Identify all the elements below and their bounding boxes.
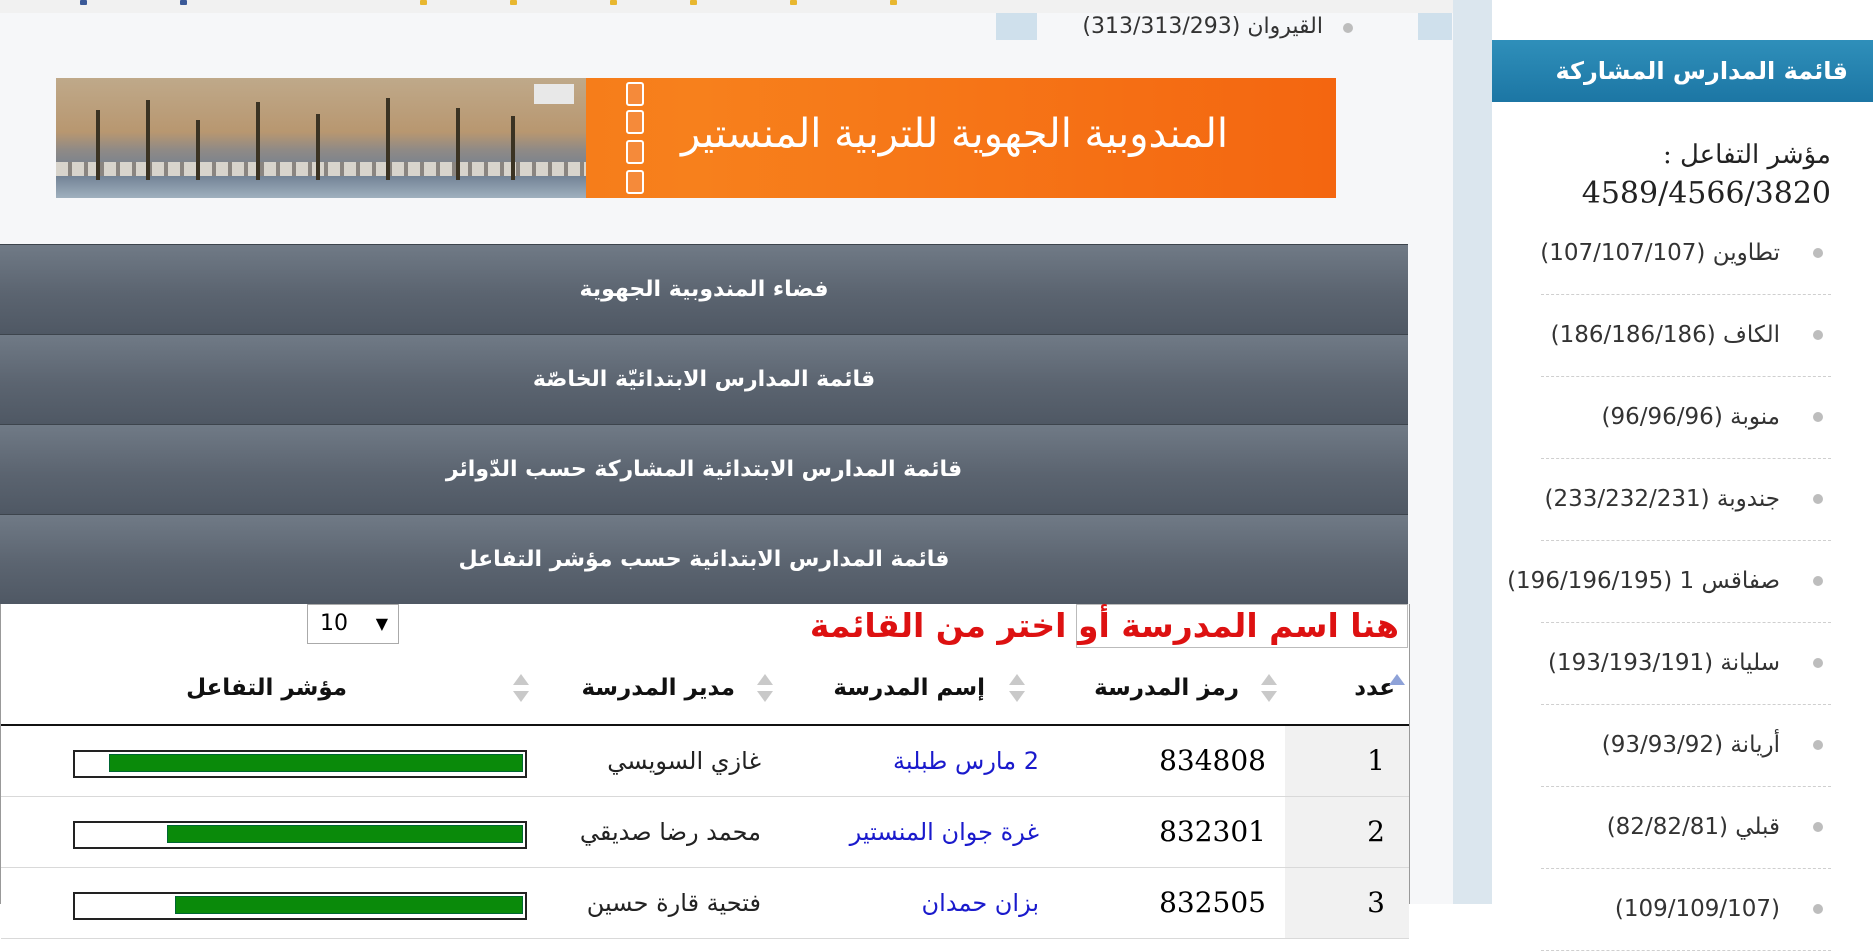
bullet-icon bbox=[1813, 658, 1823, 668]
sort-icon[interactable] bbox=[1389, 674, 1405, 704]
governorate-label: (109/109/107) bbox=[1614, 896, 1780, 922]
row-number-cell: 2 bbox=[1285, 797, 1409, 867]
sort-icon[interactable] bbox=[513, 674, 529, 704]
school-code: 832505 bbox=[1159, 886, 1266, 919]
banner-title: المندوبية الجهوية للتربية المنستير bbox=[680, 111, 1228, 157]
sort-icon[interactable] bbox=[1261, 674, 1277, 704]
header-banner: المندوبية الجهوية للتربية المنستير bbox=[56, 78, 1336, 198]
banner-decoration bbox=[578, 78, 648, 198]
governorate-label: صفاقس 1 (196/196/195) bbox=[1507, 568, 1780, 594]
page-size-select[interactable]: 10 ▼ bbox=[307, 604, 399, 644]
page-size-value: 10 bbox=[320, 611, 348, 636]
governorate-label: جندوبة (233/232/231) bbox=[1544, 486, 1780, 512]
highlight-left bbox=[996, 13, 1037, 40]
interaction-index-bar bbox=[73, 892, 527, 920]
sidebar-item-governorate[interactable]: الكاف (186/186/186) bbox=[1541, 294, 1831, 377]
sort-icon[interactable] bbox=[1009, 674, 1025, 704]
menu-item-private-schools[interactable]: قائمة المدارس الابتدائيّة الخاصّة bbox=[0, 334, 1408, 424]
interaction-index-bar bbox=[73, 821, 527, 849]
sidebar-item-governorate[interactable]: سليانة (193/193/191) bbox=[1541, 622, 1831, 705]
bookmarks-bar-remnant bbox=[0, 0, 1453, 14]
row-number: 1 bbox=[1367, 744, 1385, 777]
row-number-cell: 3 bbox=[1285, 868, 1409, 938]
governorate-label: القيروان (313/313/293) bbox=[1082, 14, 1323, 39]
menu-item-schools-by-district[interactable]: قائمة المدارس الابتدائية المشاركة حسب ال… bbox=[0, 424, 1408, 514]
governorate-label: قبلي (82/82/81) bbox=[1606, 814, 1780, 840]
sidebar-item-governorate[interactable]: منوبة (96/96/96) bbox=[1541, 376, 1831, 459]
dropdown-arrow-icon: ▼ bbox=[375, 614, 388, 633]
school-code: 832301 bbox=[1159, 815, 1266, 848]
bullet-icon bbox=[1813, 412, 1823, 422]
bookmark-icon[interactable] bbox=[180, 0, 187, 5]
sidebar-item-governorate[interactable]: أريانة (93/93/92) bbox=[1541, 704, 1831, 787]
sidebar: قائمة المدارس المشاركة مؤشر التفاعل : 45… bbox=[1492, 0, 1873, 951]
school-link[interactable]: غرة جوان المنستير bbox=[850, 797, 1039, 867]
governorate-label: الكاف (186/186/186) bbox=[1550, 322, 1780, 348]
interaction-index-fill bbox=[167, 825, 523, 843]
row-number: 2 bbox=[1367, 815, 1385, 848]
interaction-index-bar bbox=[73, 750, 527, 778]
governorate-label: أريانة (93/93/92) bbox=[1601, 732, 1780, 758]
column-divider bbox=[1453, 0, 1492, 904]
school-link[interactable]: 2 مارس طبلبة bbox=[893, 726, 1039, 796]
bookmark-icon[interactable] bbox=[790, 0, 797, 5]
bookmark-icon[interactable] bbox=[80, 0, 87, 5]
main-menu: فضاء المندوبية الجهوية قائمة المدارس الا… bbox=[0, 244, 1408, 604]
bullet-icon bbox=[1343, 23, 1353, 33]
row-number: 3 bbox=[1367, 886, 1385, 919]
menu-item-schools-by-index[interactable]: قائمة المدارس الابتدائية حسب مؤشر التفاع… bbox=[0, 514, 1408, 604]
director-name: فتحية قارة حسين bbox=[586, 889, 761, 917]
bullet-icon bbox=[1813, 904, 1823, 914]
sidebar-item-governorate[interactable]: صفاقس 1 (196/196/195) bbox=[1507, 540, 1831, 623]
bookmark-icon[interactable] bbox=[610, 0, 617, 5]
search-label: هنا اسم المدرسة أو اختر من القائمة bbox=[809, 606, 1399, 645]
schools-table-area: هنا اسم المدرسة أو اختر من القائمة 10 ▼ … bbox=[0, 604, 1410, 939]
metric-value: 4589/4566/3820 bbox=[1581, 176, 1831, 211]
governorate-label: سليانة (193/193/191) bbox=[1547, 650, 1780, 676]
bookmark-icon[interactable] bbox=[890, 0, 897, 5]
table-header: عدد رمز المدرسة إسم المدرسة مدير المدرسة… bbox=[1, 652, 1409, 726]
banner-photo bbox=[56, 78, 586, 198]
governorate-item-top[interactable]: القيروان (313/313/293) bbox=[996, 13, 1452, 40]
sort-icon[interactable] bbox=[757, 674, 773, 704]
column-header-school[interactable]: إسم المدرسة bbox=[833, 652, 985, 724]
table-row: 2 832301 غرة جوان المنستير محمد رضا صديق… bbox=[1, 797, 1409, 868]
interaction-index-fill bbox=[109, 754, 523, 772]
highlight-right bbox=[1418, 13, 1452, 40]
column-header-index[interactable]: مؤشر التفاعل bbox=[186, 652, 347, 724]
governorate-label: تطاوين (107/107/107) bbox=[1540, 240, 1780, 266]
sidebar-item-governorate[interactable]: تطاوين (107/107/107) bbox=[1540, 212, 1831, 295]
bookmark-icon[interactable] bbox=[510, 0, 517, 5]
sidebar-item-governorate[interactable]: قبلي (82/82/81) bbox=[1541, 786, 1831, 869]
school-code: 834808 bbox=[1159, 744, 1266, 777]
sidebar-item-governorate[interactable]: جندوبة (233/232/231) bbox=[1541, 458, 1831, 541]
director-name: محمد رضا صديقي bbox=[579, 818, 761, 846]
bookmark-icon[interactable] bbox=[420, 0, 427, 5]
bullet-icon bbox=[1813, 248, 1823, 258]
bullet-icon bbox=[1813, 330, 1823, 340]
bullet-icon bbox=[1813, 822, 1823, 832]
sidebar-title: قائمة المدارس المشاركة bbox=[1555, 57, 1848, 85]
metric-label: مؤشر التفاعل : bbox=[1662, 140, 1831, 170]
interaction-index-fill bbox=[175, 896, 523, 914]
director-name: غازي السويسي bbox=[607, 747, 761, 775]
row-number-cell: 1 bbox=[1285, 726, 1409, 796]
column-header-code[interactable]: رمز المدرسة bbox=[1094, 652, 1239, 724]
bullet-icon bbox=[1813, 576, 1823, 586]
flag-logo bbox=[534, 84, 574, 104]
governorate-label: منوبة (96/96/96) bbox=[1601, 404, 1780, 430]
sidebar-item-governorate[interactable]: (109/109/107) bbox=[1541, 868, 1831, 951]
menu-item-regional-space[interactable]: فضاء المندوبية الجهوية bbox=[0, 244, 1408, 334]
bookmark-icon[interactable] bbox=[690, 0, 697, 5]
table-row: 1 834808 2 مارس طبلبة غازي السويسي bbox=[1, 726, 1409, 797]
column-header-director[interactable]: مدير المدرسة bbox=[581, 652, 735, 724]
school-link[interactable]: بزان حمدان bbox=[922, 868, 1039, 938]
sidebar-header: قائمة المدارس المشاركة bbox=[1492, 40, 1873, 102]
bullet-icon bbox=[1813, 740, 1823, 750]
bullet-icon bbox=[1813, 494, 1823, 504]
